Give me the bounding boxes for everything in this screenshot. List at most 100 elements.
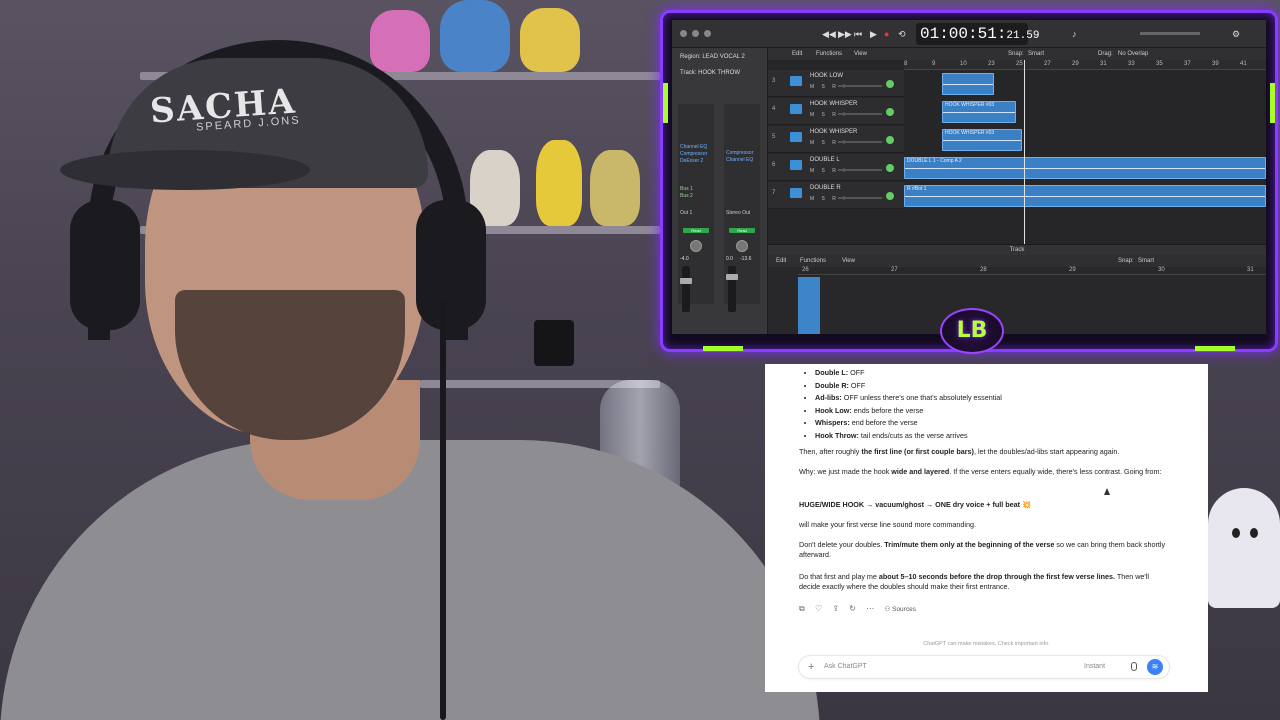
waveform	[905, 196, 1265, 197]
volume-fader[interactable]	[726, 266, 738, 312]
headphone-cup	[416, 200, 486, 330]
disclaimer: ChatGPT can make mistakes. Check importa…	[923, 641, 1050, 647]
editor-ruler-tick: 28	[980, 267, 987, 273]
timecode-display[interactable]: 01:00:51:21.59	[916, 23, 1039, 45]
regenerate-icon[interactable]: ↻	[849, 604, 856, 613]
menu-functions[interactable]: Functions	[816, 51, 842, 57]
track-name[interactable]: DOUBLE L	[810, 157, 840, 163]
editor-menu-edit[interactable]: Edit	[776, 258, 786, 264]
automation-mode[interactable]: Read	[729, 228, 755, 233]
track-on-icon[interactable]	[886, 192, 894, 200]
mode-selector[interactable]: Instant	[1084, 662, 1105, 671]
track-volume-slider[interactable]	[838, 85, 882, 87]
waveform-icon	[790, 160, 802, 170]
track-header[interactable]: 4 HOOK WHISPER M S R I	[768, 98, 904, 125]
play-icon[interactable]: ▶	[870, 29, 877, 40]
audio-region[interactable]: HOOK WHISPER #03	[942, 129, 1022, 151]
volume-readout: -4.0	[680, 256, 689, 262]
track-name[interactable]: DOUBLE R	[810, 185, 841, 191]
timeline-ruler[interactable]: 8 9 10 23 25 27 29 31 33 35 37 39 41	[904, 60, 1266, 70]
inspector: Region: LEAD VOCAL 2 Track: HOOK THROW C…	[672, 48, 768, 334]
editor-menu-functions[interactable]: Functions	[800, 258, 826, 264]
audio-region[interactable]: R #Bot 1	[904, 185, 1266, 207]
track-volume-slider[interactable]	[838, 169, 882, 171]
track-volume-slider[interactable]	[838, 141, 882, 143]
plus-icon[interactable]: +	[808, 660, 814, 674]
message-input[interactable]: Ask ChatGPT	[824, 662, 867, 671]
master-volume-slider[interactable]	[1140, 32, 1200, 35]
track-header[interactable]: 6 DOUBLE LM S R I	[768, 154, 904, 181]
track-name[interactable]: HOOK WHISPER	[810, 101, 857, 107]
ruler-tick: 23	[988, 61, 995, 67]
output-slot[interactable]: Out 1	[680, 210, 712, 216]
composer[interactable]: + Ask ChatGPT Instant ≋	[799, 656, 1169, 678]
editor-menu-view[interactable]: View	[842, 258, 855, 264]
editor-region[interactable]	[798, 277, 820, 334]
settings-icon[interactable]: ⚙	[1232, 29, 1240, 40]
track-editor: Track Edit Functions View Snap: Smart 26…	[768, 244, 1266, 334]
paragraph: will make your first verse line sound mo…	[799, 520, 976, 529]
neon-accent	[663, 83, 668, 123]
playhead[interactable]	[1024, 60, 1025, 244]
track-header[interactable]: 5 HOOK WHISPER M S R I	[768, 126, 904, 153]
record-icon[interactable]: ●	[884, 29, 889, 39]
waveform-icon	[790, 104, 802, 114]
plugin-slot[interactable]: Compressor	[680, 151, 712, 157]
plugin-slot[interactable]: Channel EQ	[680, 144, 712, 150]
track-name[interactable]: HOOK WHISPER	[810, 129, 857, 135]
waveform-icon	[790, 132, 802, 142]
editor-snap-value[interactable]: Smart	[1138, 258, 1154, 264]
paragraph: Why: we just made the hook wide and laye…	[799, 467, 1162, 476]
track-on-icon[interactable]	[886, 108, 894, 116]
go-to-start-icon[interactable]: ⏮	[854, 29, 862, 40]
list-item: Whispers: end before the verse	[815, 418, 1002, 431]
inspector-region-label: Region: LEAD VOCAL 2	[680, 54, 745, 60]
audio-region[interactable]: HOOK WHISPER #03	[942, 101, 1016, 123]
menu-edit[interactable]: Edit	[792, 51, 802, 57]
plugin-slot[interactable]: Compressor	[726, 150, 758, 156]
microphone-icon[interactable]	[1131, 662, 1137, 671]
automation-mode[interactable]: Read	[683, 228, 709, 233]
track-on-icon[interactable]	[886, 80, 894, 88]
ruler-tick: 27	[1044, 61, 1051, 67]
cycle-icon[interactable]: ⟲	[898, 29, 906, 40]
pan-knob[interactable]	[690, 240, 702, 252]
track-header[interactable]: 7 DOUBLE RM S R I	[768, 182, 904, 209]
drag-value[interactable]: No Overlap	[1118, 51, 1148, 57]
track-volume-slider[interactable]	[838, 113, 882, 115]
track-volume-slider[interactable]	[838, 197, 882, 199]
audio-region[interactable]: DOUBLE L 1 - Comp A 2	[904, 157, 1266, 179]
rewind-icon[interactable]: ◀◀	[822, 29, 836, 40]
plugin-slot[interactable]: DeEsser 2	[680, 158, 712, 164]
track-on-icon[interactable]	[886, 136, 894, 144]
track-name[interactable]: HOOK LOW	[810, 73, 843, 79]
snap-value[interactable]: Smart	[1028, 51, 1044, 57]
track-on-icon[interactable]	[886, 164, 894, 172]
list-item: Hook Low: ends before the verse	[815, 406, 1002, 419]
copy-icon[interactable]: ⧉	[799, 604, 805, 613]
editor-snap-label: Snap:	[1118, 258, 1134, 264]
menu-view[interactable]: View	[854, 51, 867, 57]
chatgpt-panel: Double L: OFF Double R: OFF Ad-libs: OFF…	[765, 364, 1208, 692]
paragraph-bold: HUGE/WIDE HOOK → vacuum/ghost → ONE dry …	[799, 500, 1031, 509]
thumbs-up-icon[interactable]: ♡	[815, 604, 822, 613]
logic-pro-window: ◀◀ ▶▶ ⏮ ▶ ● ⟲ 01:00:51:21.59 ♪ ⚙ Region:…	[672, 20, 1266, 334]
tuner-icon[interactable]: ♪	[1072, 29, 1077, 39]
share-icon[interactable]: ⇪	[832, 604, 839, 613]
send-slot[interactable]: Bus 1	[680, 186, 712, 192]
sources-button[interactable]: ⚇ Sources	[884, 606, 924, 613]
plugin-slot[interactable]: Channel EQ	[726, 157, 758, 163]
output-slot[interactable]: Stereo Out	[726, 210, 758, 216]
volume-fader[interactable]	[680, 266, 692, 312]
track-header[interactable]: 3 HOOK LOW M S R I	[768, 70, 904, 97]
fast-forward-icon[interactable]: ▶▶	[838, 29, 852, 40]
region-label: DOUBLE L 1 - Comp A 2	[907, 158, 962, 164]
more-icon[interactable]: ⋯	[866, 604, 874, 613]
voice-mode-icon[interactable]: ≋	[1147, 659, 1163, 675]
minion-figure	[536, 140, 582, 226]
audio-region[interactable]	[942, 73, 994, 95]
waveform	[943, 112, 1015, 113]
pan-knob[interactable]	[736, 240, 748, 252]
send-slot[interactable]: Bus 2	[680, 193, 712, 199]
editor-ruler[interactable]: 26 27 28 29 30 31	[798, 267, 1266, 275]
